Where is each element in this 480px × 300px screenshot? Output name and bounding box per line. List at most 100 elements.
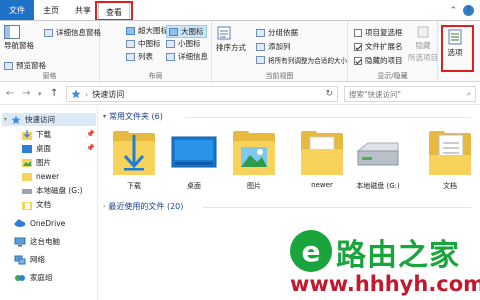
view-tab-highlight bbox=[95, 1, 133, 21]
forward-icon[interactable]: → bbox=[22, 88, 30, 99]
drive-icon bbox=[354, 131, 402, 175]
show-hide-group: 项目复选框 文件扩展名 隐藏的项目 隐藏 所选项目 显示/隐藏 bbox=[348, 21, 438, 83]
sort-by-button[interactable]: 排序方式 bbox=[216, 25, 246, 53]
sidebar-item-onedrive[interactable]: OneDrive bbox=[14, 218, 65, 228]
sidebar-item-documents[interactable]: 文档 bbox=[22, 199, 51, 210]
item-checkboxes-toggle[interactable]: 项目复选框 bbox=[354, 27, 403, 38]
folder-tile-newer[interactable]: newer bbox=[296, 131, 348, 193]
sidebar-item-label: 桌面 bbox=[36, 144, 51, 153]
frequent-folders-header[interactable]: ▾ 常用文件夹 (6) bbox=[103, 111, 163, 122]
documents-icon bbox=[22, 201, 32, 210]
sidebar-item-label: 图片 bbox=[36, 158, 51, 167]
tile-label: newer bbox=[311, 181, 333, 189]
pin-icon[interactable]: 📌 bbox=[86, 130, 95, 138]
nav-pane-button[interactable]: 导航窗格 bbox=[4, 25, 34, 51]
tab-home[interactable]: 主页 bbox=[36, 0, 66, 20]
watermark: e 路由之家 www.hhhyh.com bbox=[290, 230, 480, 300]
small-icons-icon bbox=[166, 39, 175, 48]
sidebar-item-local-disk[interactable]: 本地磁盘 (G:) bbox=[22, 185, 83, 196]
collapse-ribbon-icon[interactable]: ⌃ bbox=[449, 6, 457, 16]
hide-selected-button[interactable]: 隐藏 所选项目 bbox=[408, 25, 438, 63]
sidebar-item-network[interactable]: 网络 bbox=[14, 254, 45, 265]
drive-tile-local-disk[interactable]: 本地磁盘 (G:) bbox=[352, 131, 404, 193]
sidebar-item-label: OneDrive bbox=[30, 218, 66, 228]
details-pane-label: 详细信息窗格 bbox=[56, 28, 101, 37]
details-option[interactable]: 详细信息 bbox=[166, 51, 208, 62]
star-icon bbox=[11, 115, 21, 124]
hidden-items-toggle[interactable]: 隐藏的项目 bbox=[354, 55, 403, 66]
expand-arrow-icon[interactable]: ▾ bbox=[4, 116, 7, 123]
up-icon[interactable]: ↑ bbox=[50, 88, 58, 99]
hidden-items-checkbox[interactable] bbox=[354, 56, 362, 65]
extra-large-icons-icon bbox=[126, 26, 135, 35]
sidebar-item-pictures[interactable]: 图片 bbox=[22, 157, 51, 168]
folder-tile-pictures[interactable]: 图片 bbox=[228, 131, 280, 193]
sidebar-item-label: 文档 bbox=[36, 200, 51, 209]
menu-bar: 文件 主页 共享 查看 ⌃ ? bbox=[0, 0, 480, 21]
sidebar-item-label: newer bbox=[36, 171, 60, 181]
details-pane-button[interactable]: 详细信息窗格 bbox=[44, 27, 101, 38]
item-checkboxes-checkbox[interactable] bbox=[354, 28, 362, 37]
nav-pane-icon bbox=[4, 25, 20, 39]
tab-share[interactable]: 共享 bbox=[68, 0, 98, 20]
current-view-group-label: 当前视图 bbox=[265, 72, 294, 80]
file-extensions-toggle[interactable]: 文件扩展名 bbox=[354, 41, 403, 52]
expand-arrow-icon[interactable]: › bbox=[103, 203, 105, 210]
back-icon[interactable]: ← bbox=[6, 88, 14, 99]
sidebar-item-this-pc[interactable]: 这台电脑 bbox=[14, 236, 60, 247]
size-columns-icon bbox=[256, 56, 265, 64]
extra-large-icons-label: 超大图标 bbox=[138, 26, 168, 35]
sidebar-item-homegroup[interactable]: 家庭组 bbox=[14, 272, 53, 283]
help-icon[interactable]: ? bbox=[463, 5, 474, 16]
hidden-items-label: 隐藏的项目 bbox=[365, 56, 403, 65]
item-checkboxes-label: 项目复选框 bbox=[365, 28, 403, 37]
large-icons-option[interactable]: 大图标 bbox=[166, 25, 207, 38]
sidebar-item-label: 快速访问 bbox=[25, 115, 56, 124]
sidebar-item-desktop[interactable]: 桌面 bbox=[22, 143, 51, 154]
large-icons-label: 大图标 bbox=[181, 27, 204, 36]
pin-icon[interactable]: 📌 bbox=[86, 144, 95, 152]
tile-label: 文档 bbox=[443, 182, 457, 190]
sidebar-item-newer[interactable]: newer bbox=[22, 171, 59, 181]
tile-label: 桌面 bbox=[187, 182, 201, 190]
size-all-columns-label: 将所有列调整为合适的大小 bbox=[268, 57, 348, 65]
homegroup-icon bbox=[15, 274, 25, 281]
folder-tile-desktop[interactable]: 桌面 bbox=[168, 131, 220, 193]
add-columns-button[interactable]: 添加列 bbox=[256, 41, 291, 52]
group-by-icon bbox=[256, 28, 265, 37]
large-icons-icon bbox=[169, 27, 178, 36]
preview-pane-button[interactable]: 预览窗格 bbox=[4, 60, 46, 71]
current-view-group: 排序方式 分组依据 添加列 将所有列调整为合适的大小 当前视图 bbox=[212, 21, 348, 83]
file-extensions-label: 文件扩展名 bbox=[365, 42, 403, 51]
extra-large-icons-option[interactable]: 超大图标 bbox=[126, 25, 168, 36]
sidebar-item-downloads[interactable]: 下载 bbox=[22, 129, 51, 140]
recent-files-header[interactable]: › 最近使用的文件 (20) bbox=[103, 201, 183, 212]
sidebar-item-label: 本地磁盘 (G:) bbox=[36, 186, 83, 195]
hide-selected-label-2: 所选项目 bbox=[408, 53, 438, 62]
list-option[interactable]: 列表 bbox=[126, 51, 153, 62]
sidebar-item-quick-access[interactable]: ▾ 快速访问 bbox=[2, 113, 96, 126]
section-divider bbox=[185, 117, 471, 118]
size-all-columns-button[interactable]: 将所有列调整为合适的大小 bbox=[256, 55, 347, 65]
sidebar-item-label: 这台电脑 bbox=[30, 237, 60, 246]
file-extensions-checkbox[interactable] bbox=[354, 42, 362, 51]
layout-group: 超大图标 大图标 中图标 小图标 列表 详细信息 布局 bbox=[100, 21, 212, 83]
sidebar-item-label: 家庭组 bbox=[30, 273, 53, 282]
breadcrumb-current[interactable]: 快速访问 bbox=[92, 89, 124, 100]
folder-tile-documents[interactable]: 文档 bbox=[424, 131, 476, 193]
sort-icon bbox=[217, 26, 231, 40]
collapse-arrow-icon[interactable]: ▾ bbox=[103, 113, 106, 120]
nav-pane-label: 导航窗格 bbox=[4, 41, 34, 50]
small-icons-option[interactable]: 小图标 bbox=[166, 38, 201, 49]
file-menu-button[interactable]: 文件 bbox=[0, 0, 34, 20]
medium-icons-option[interactable]: 中图标 bbox=[126, 38, 161, 49]
medium-icons-label: 中图标 bbox=[138, 39, 161, 48]
address-path[interactable]: › 快速访问 ↻ bbox=[66, 86, 338, 102]
recent-locations-icon[interactable]: ▾ bbox=[38, 90, 42, 98]
list-icon bbox=[126, 52, 135, 61]
group-by-button[interactable]: 分组依据 bbox=[256, 27, 298, 38]
refresh-icon[interactable]: ↻ bbox=[325, 89, 333, 99]
panes-group-label: 窗格 bbox=[42, 72, 57, 80]
search-input[interactable]: 搜索"快速访问" ⌕ bbox=[344, 86, 476, 102]
folder-tile-downloads[interactable]: 下载 bbox=[108, 131, 160, 193]
